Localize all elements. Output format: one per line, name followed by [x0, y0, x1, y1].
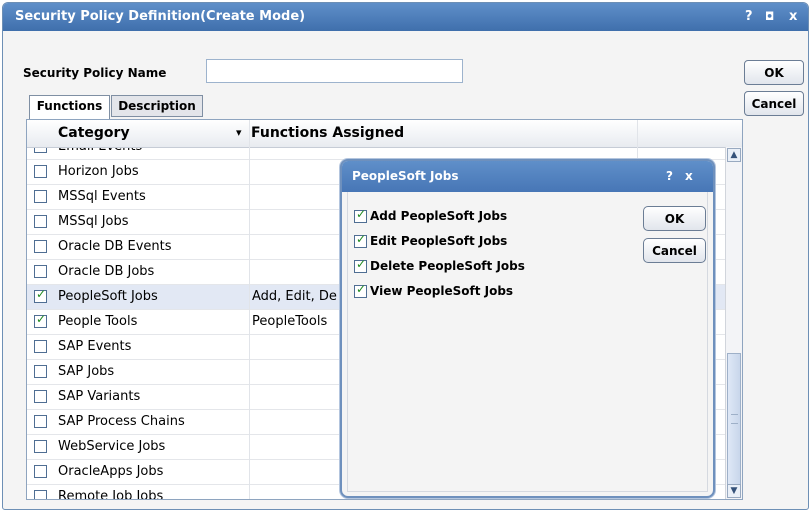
scroll-up-icon[interactable]: ▲	[727, 148, 741, 162]
help-icon[interactable]: ?	[745, 9, 753, 24]
permission-label[interactable]: Add PeopleSoft Jobs	[370, 209, 507, 223]
checkmark-icon: ✓	[356, 207, 367, 221]
row-functions: PeopleTools	[252, 314, 328, 329]
ok-button[interactable]: OK	[744, 60, 804, 85]
maximize-icon[interactable]: ◘	[765, 10, 774, 23]
peoplesoft-jobs-dialog: PeopleSoft Jobs ? x ✓ Add PeopleSoft Job…	[340, 159, 715, 498]
sort-chevron-icon[interactable]: ▾	[236, 120, 242, 147]
row-checkbox[interactable]	[34, 265, 47, 278]
row-checkbox[interactable]	[34, 340, 47, 353]
row-checkbox[interactable]	[34, 215, 47, 228]
dialog-titlebar[interactable]: PeopleSoft Jobs ? x	[342, 161, 713, 192]
scroll-down-icon[interactable]: ▼	[727, 484, 741, 498]
window-titlebar[interactable]: Security Policy Definition(Create Mode) …	[3, 3, 808, 31]
cancel-button[interactable]: Cancel	[744, 91, 804, 116]
checkmark-icon: ✓	[356, 282, 367, 296]
dialog-ok-button[interactable]: OK	[643, 206, 706, 231]
row-functions: Add, Edit, De	[252, 289, 337, 304]
row-checkbox[interactable]	[34, 490, 47, 499]
row-checkbox[interactable]	[34, 365, 47, 378]
row-category: Oracle DB Jobs	[58, 264, 155, 279]
row-checkbox[interactable]	[34, 415, 47, 428]
row-category: SAP Events	[58, 339, 132, 354]
grid-header: Category ▾ Functions Assigned	[27, 120, 742, 148]
row-checkbox[interactable]	[34, 190, 47, 203]
permission-checkbox[interactable]: ✓	[354, 232, 367, 248]
row-checkbox[interactable]	[34, 165, 47, 178]
permission-label[interactable]: View PeopleSoft Jobs	[370, 284, 513, 298]
row-category: People Tools	[58, 314, 138, 329]
tab-description[interactable]: Description	[111, 95, 203, 117]
row-checkbox[interactable]	[34, 240, 47, 253]
row-category: PeopleSoft Jobs	[58, 289, 158, 304]
checkmark-icon: ✓	[36, 312, 47, 326]
policy-name-input[interactable]	[206, 59, 463, 83]
row-checkbox[interactable]: ✓	[34, 312, 47, 328]
dialog-cancel-button[interactable]: Cancel	[643, 238, 706, 263]
row-category: SAP Jobs	[58, 364, 115, 379]
column-line	[249, 120, 250, 499]
dialog-help-icon[interactable]: ?	[666, 169, 673, 183]
vertical-scrollbar[interactable]: ▲ ▼	[725, 147, 742, 499]
row-checkbox[interactable]	[34, 465, 47, 478]
grip-icon	[731, 414, 738, 424]
column-header-functions[interactable]: Functions Assigned	[251, 120, 404, 147]
row-category: Remote Job Jobs	[58, 489, 164, 500]
row-category: MSSql Events	[58, 189, 146, 204]
window-title: Security Policy Definition(Create Mode)	[15, 9, 306, 24]
row-category: SAP Process Chains	[58, 414, 185, 429]
close-icon[interactable]: x	[789, 9, 797, 24]
permission-checkbox[interactable]: ✓	[354, 257, 367, 273]
row-category: Oracle DB Events	[58, 239, 172, 254]
permission-checkbox[interactable]: ✓	[354, 207, 367, 223]
row-category: SAP Variants	[58, 389, 141, 404]
dialog-close-icon[interactable]: x	[685, 169, 693, 183]
checkmark-icon: ✓	[356, 232, 367, 246]
row-category: OracleApps Jobs	[58, 464, 164, 479]
row-category: MSSql Jobs	[58, 214, 129, 229]
checkmark-icon: ✓	[356, 257, 367, 271]
scroll-thumb[interactable]	[727, 353, 741, 485]
row-category: WebService Jobs	[58, 439, 166, 454]
checkmark-icon: ✓	[36, 287, 47, 301]
permission-label[interactable]: Edit PeopleSoft Jobs	[370, 234, 507, 248]
tab-functions[interactable]: Functions	[29, 95, 110, 119]
permission-checkbox[interactable]: ✓	[354, 282, 367, 298]
row-category: Horizon Jobs	[58, 164, 139, 179]
policy-name-label: Security Policy Name	[23, 66, 167, 80]
column-header-category[interactable]: Category	[58, 120, 130, 147]
row-checkbox[interactable]	[34, 390, 47, 403]
dialog-title: PeopleSoft Jobs	[352, 169, 459, 183]
row-checkbox[interactable]	[34, 440, 47, 453]
permission-label[interactable]: Delete PeopleSoft Jobs	[370, 259, 525, 273]
row-checkbox[interactable]: ✓	[34, 287, 47, 303]
